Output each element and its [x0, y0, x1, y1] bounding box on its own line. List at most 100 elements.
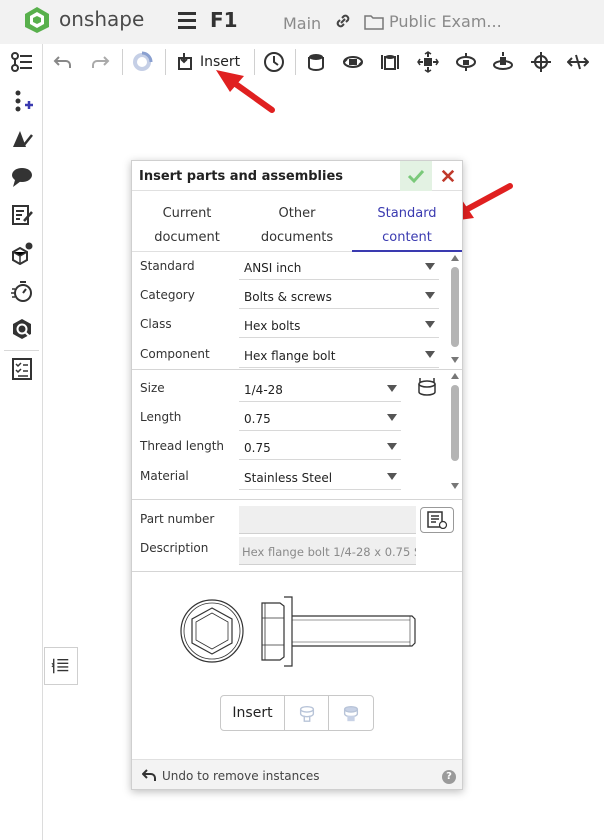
scroll-thumb[interactable]	[451, 267, 459, 347]
material-value: Stainless Steel	[244, 471, 333, 485]
scrollbar[interactable]	[450, 373, 460, 491]
scrollbar[interactable]	[450, 255, 460, 365]
description-field[interactable]: Hex flange bolt 1/4-28 x 0.75 S	[239, 537, 416, 565]
length-label: Length	[140, 410, 182, 424]
length-select[interactable]: 0.75	[239, 404, 401, 431]
planar-icon[interactable]	[416, 50, 440, 74]
mate-connector-icon[interactable]	[9, 240, 35, 266]
pin-slot-icon[interactable]	[491, 50, 515, 74]
part-number-field[interactable]	[239, 506, 416, 534]
material-row: Material Stainless Steel	[132, 463, 452, 491]
undo-icon[interactable]	[51, 50, 75, 74]
class-label: Class	[140, 317, 172, 331]
length-row: Length 0.75	[132, 404, 452, 432]
section-divider	[132, 499, 462, 500]
scroll-thumb[interactable]	[451, 385, 459, 461]
add-point-icon[interactable]	[9, 88, 35, 114]
material-select[interactable]: Stainless Steel	[239, 463, 401, 490]
insert-with-mate-icon[interactable]	[329, 696, 373, 730]
configuration-cylinder-icon[interactable]	[416, 377, 438, 399]
chevron-down-icon	[387, 443, 397, 450]
spinner-icon[interactable]	[130, 50, 154, 74]
scroll-down-icon[interactable]	[451, 483, 459, 489]
insert-as-group-icon[interactable]	[285, 696, 329, 730]
component-select[interactable]: Hex flange bolt	[239, 341, 439, 368]
scroll-down-icon[interactable]	[451, 357, 459, 363]
toolbar-divider	[122, 49, 123, 75]
search-icon[interactable]	[9, 316, 35, 342]
dialog-footer: Undo to remove instances ?	[132, 759, 462, 789]
class-value: Hex bolts	[244, 319, 301, 333]
properties-icon	[427, 511, 448, 529]
dialog-header: Insert parts and assemblies	[132, 161, 462, 191]
feature-toolbar: Insert	[44, 44, 604, 80]
appearance-icon[interactable]	[9, 126, 35, 152]
component-value: Hex flange bolt	[244, 349, 336, 363]
branch-label[interactable]: Main	[283, 14, 321, 33]
checklist-icon[interactable]	[9, 356, 35, 382]
revolute-icon[interactable]	[341, 50, 365, 74]
feature-list-icon[interactable]	[9, 50, 35, 76]
move-icon[interactable]	[529, 50, 553, 74]
undo-icon	[142, 769, 156, 781]
ball-icon[interactable]	[454, 50, 478, 74]
description-value: Hex flange bolt 1/4-28 x 0.75 S	[242, 545, 416, 559]
cylinder-icon[interactable]	[304, 50, 328, 74]
list-toggle-button[interactable]	[44, 647, 78, 685]
section-divider	[132, 369, 462, 370]
toolbar-divider	[295, 49, 296, 75]
standard-select[interactable]: ANSI inch	[239, 253, 439, 280]
thread-length-select[interactable]: 0.75	[239, 433, 401, 460]
tab-standard-content[interactable]: Standard content	[352, 192, 462, 252]
list-icon	[51, 658, 69, 674]
thread-length-label: Thread length	[140, 439, 225, 453]
hamburger-menu-icon[interactable]	[177, 10, 199, 32]
size-label: Size	[140, 381, 165, 395]
insert-button-group: Insert	[220, 695, 374, 731]
accept-check-icon[interactable]	[400, 161, 432, 191]
size-select[interactable]: 1/4-28	[239, 375, 401, 402]
comment-icon[interactable]	[9, 164, 35, 190]
component-label: Component	[140, 347, 210, 361]
tab-label-line2: document	[154, 230, 220, 245]
part-number-properties-button[interactable]	[420, 507, 454, 533]
scroll-up-icon[interactable]	[451, 255, 459, 261]
undo-hint-text: Undo to remove instances	[162, 769, 320, 783]
timer-icon[interactable]	[9, 278, 35, 304]
class-select[interactable]: Hex bolts	[239, 311, 439, 338]
insert-button[interactable]: Insert	[221, 696, 285, 730]
chevron-down-icon	[425, 292, 435, 299]
tab-label-line1: Standard	[377, 206, 437, 221]
help-icon[interactable]: ?	[442, 770, 456, 784]
part-number-label: Part number	[140, 512, 215, 526]
tab-current-document[interactable]: Current document	[132, 192, 242, 252]
tab-other-documents[interactable]: Other documents	[242, 192, 352, 252]
tab-label-line2: content	[382, 230, 432, 245]
insert-icon	[178, 53, 192, 70]
document-title[interactable]: F1	[210, 8, 238, 32]
toolbar-divider	[4, 350, 39, 351]
slider-icon[interactable]	[378, 50, 402, 74]
redo-icon[interactable]	[88, 50, 112, 74]
chevron-down-icon	[425, 321, 435, 328]
mirror-icon[interactable]	[566, 50, 590, 74]
close-icon[interactable]	[434, 161, 462, 191]
onshape-logo-icon[interactable]	[24, 6, 50, 34]
dialog-title: Insert parts and assemblies	[139, 169, 344, 184]
scroll-up-icon[interactable]	[451, 373, 459, 379]
standard-value: ANSI inch	[244, 261, 302, 275]
source-tabs: Current document Other documents Standar…	[132, 192, 462, 252]
notes-icon[interactable]	[9, 202, 35, 228]
category-row: Category Bolts & screws	[132, 282, 452, 310]
top-bar: onshape F1 Main Public Exam...	[0, 0, 604, 44]
category-select[interactable]: Bolts & screws	[239, 282, 439, 309]
chevron-down-icon	[425, 263, 435, 270]
link-icon[interactable]	[334, 12, 352, 30]
tab-label-line2: documents	[260, 230, 334, 245]
folder-path[interactable]: Public Exam...	[389, 12, 502, 31]
chevron-down-icon	[387, 414, 397, 421]
toolbar-divider	[165, 49, 166, 75]
left-toolbar	[0, 44, 43, 840]
folder-icon[interactable]	[364, 13, 384, 30]
chevron-down-icon	[425, 351, 435, 358]
